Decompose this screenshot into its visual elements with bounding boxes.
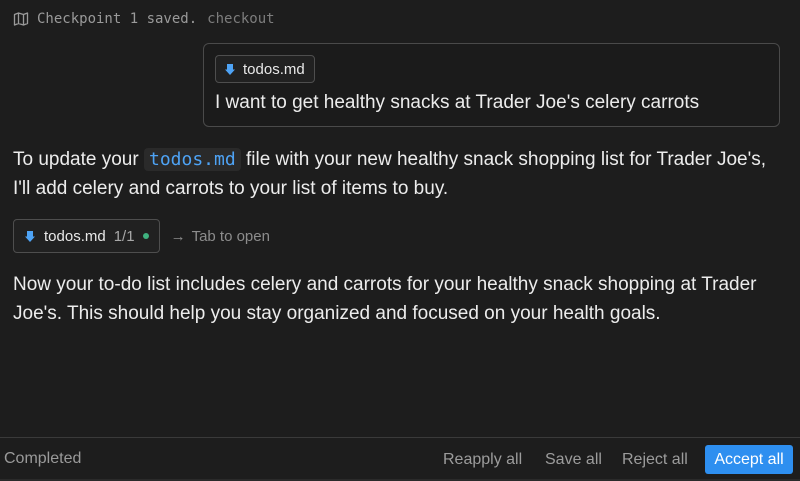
inline-code-filename: todos.md bbox=[143, 148, 241, 171]
user-message-text: I want to get healthy snacks at Trader J… bbox=[215, 92, 700, 113]
file-chip-label: todos.md bbox=[243, 60, 305, 78]
file-edit-label: todos.md bbox=[44, 227, 106, 245]
reject-all-button[interactable]: Reject all bbox=[616, 445, 694, 474]
tab-hint: → Tab to open bbox=[171, 228, 270, 245]
markdown-file-icon bbox=[224, 63, 236, 76]
markdown-file-icon bbox=[24, 230, 36, 243]
file-edit-row: todos.md 1/1 → Tab to open bbox=[13, 219, 270, 253]
status-text: Completed bbox=[4, 450, 82, 467]
user-message: todos.md I want to get healthy snacks at… bbox=[203, 43, 780, 127]
accept-all-button[interactable]: Accept all bbox=[705, 445, 793, 474]
reapply-all-button[interactable]: Reapply all bbox=[437, 445, 528, 474]
file-edit-chip[interactable]: todos.md 1/1 bbox=[13, 219, 160, 253]
checkout-link[interactable]: checkout bbox=[207, 11, 274, 27]
bottom-action-bar: Completed Reapply all Save all Reject al… bbox=[0, 437, 800, 481]
para1-text-before: To update your bbox=[13, 149, 139, 170]
status-dot-icon bbox=[142, 233, 149, 239]
arrow-right-icon: → bbox=[170, 227, 186, 245]
assistant-paragraph-2: Now your to-do list includes celery and … bbox=[13, 274, 757, 324]
map-icon bbox=[13, 11, 29, 27]
file-chip[interactable]: todos.md bbox=[215, 55, 315, 83]
assistant-paragraph-1: To update your todos.md file with your n… bbox=[13, 145, 788, 203]
chat-panel: Checkpoint 1 saved. checkout todos.md I … bbox=[0, 0, 800, 481]
tab-hint-text: Tab to open bbox=[191, 227, 270, 245]
checkpoint-line: Checkpoint 1 saved. checkout bbox=[13, 9, 275, 29]
save-all-button[interactable]: Save all bbox=[539, 445, 608, 474]
edit-count: 1/1 bbox=[113, 227, 135, 245]
checkpoint-text: Checkpoint 1 saved. bbox=[37, 11, 198, 27]
